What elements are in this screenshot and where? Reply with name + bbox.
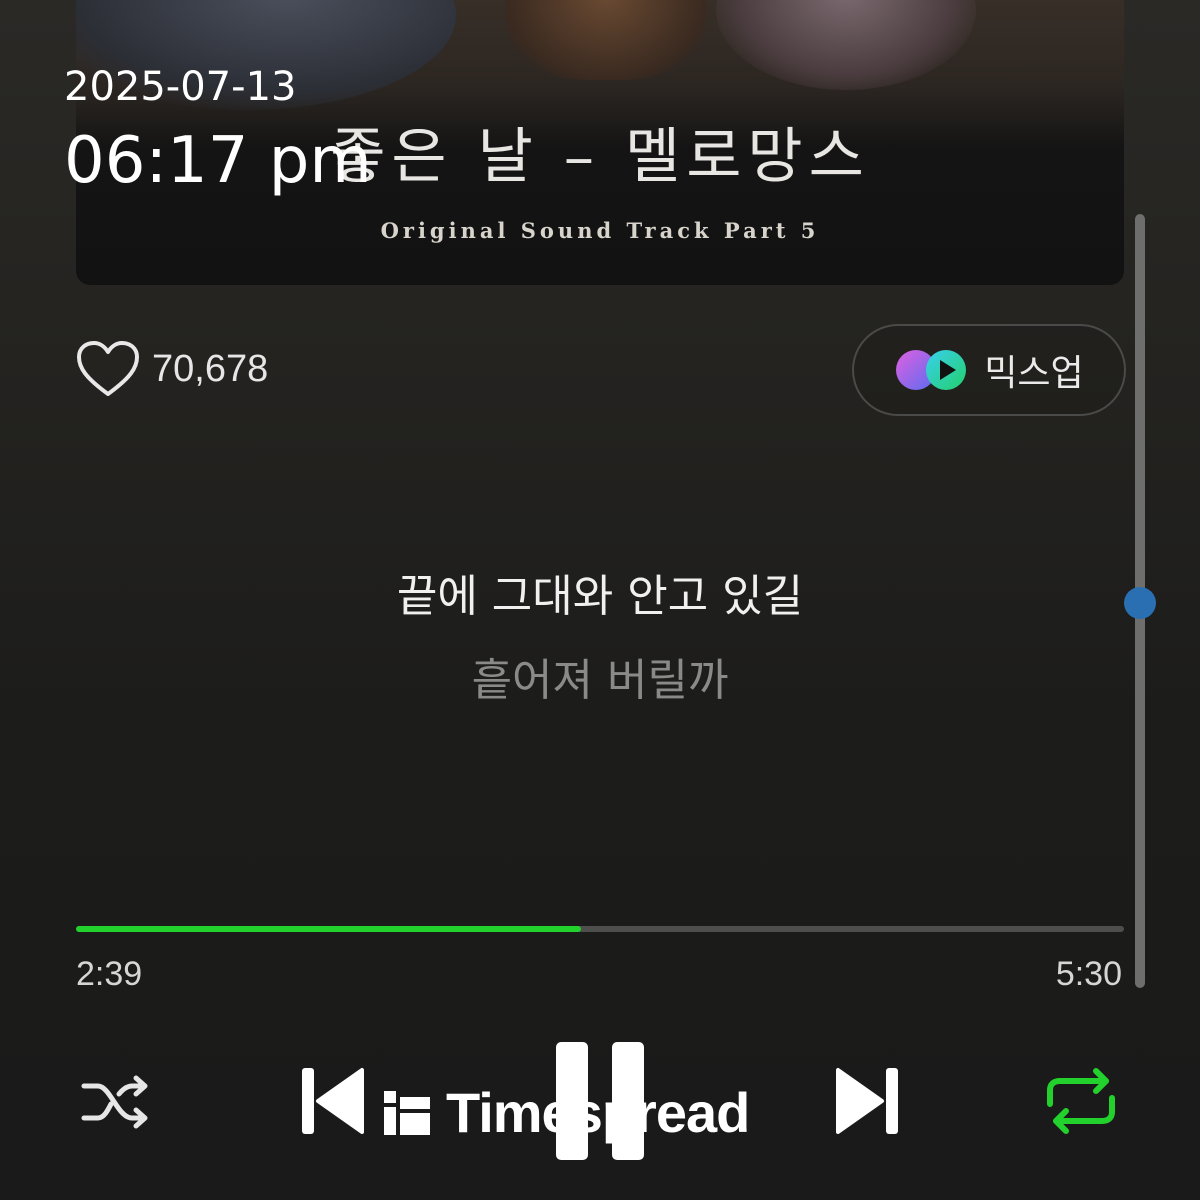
mixup-icon [896, 350, 967, 390]
overlay-date: 2025-07-13 [64, 64, 297, 110]
elapsed-time: 2:39 [76, 955, 143, 993]
mixup-label: 믹스업 [984, 353, 1084, 394]
mixup-button[interactable]: 믹스업 [852, 324, 1126, 416]
seek-bar[interactable] [76, 926, 1124, 932]
album-photo-middle [506, 0, 706, 80]
like-row[interactable]: 70,678 [76, 340, 268, 398]
shuffle-icon[interactable] [80, 1074, 152, 1130]
lyric-current[interactable]: 끝에 그대와 안고 있길 [0, 560, 1200, 624]
album-photo-right [716, 0, 976, 90]
watermark-logo-icon [384, 1090, 430, 1135]
like-count: 70,678 [152, 347, 269, 390]
heart-icon[interactable] [76, 340, 140, 398]
scrollbar-thumb[interactable] [1124, 587, 1156, 619]
previous-icon[interactable] [298, 1064, 366, 1138]
overlay-time: 06:17 pm [64, 124, 372, 198]
seek-bar-fill [76, 926, 582, 932]
next-icon[interactable] [834, 1064, 902, 1138]
lyric-next[interactable]: 흩어져 버릴까 [0, 644, 1200, 708]
total-time: 5:30 [1055, 955, 1122, 993]
album-subtitle: Original Sound Track Part 5 [380, 218, 820, 243]
pause-icon[interactable] [552, 1038, 648, 1164]
repeat-icon[interactable] [1044, 1068, 1118, 1134]
